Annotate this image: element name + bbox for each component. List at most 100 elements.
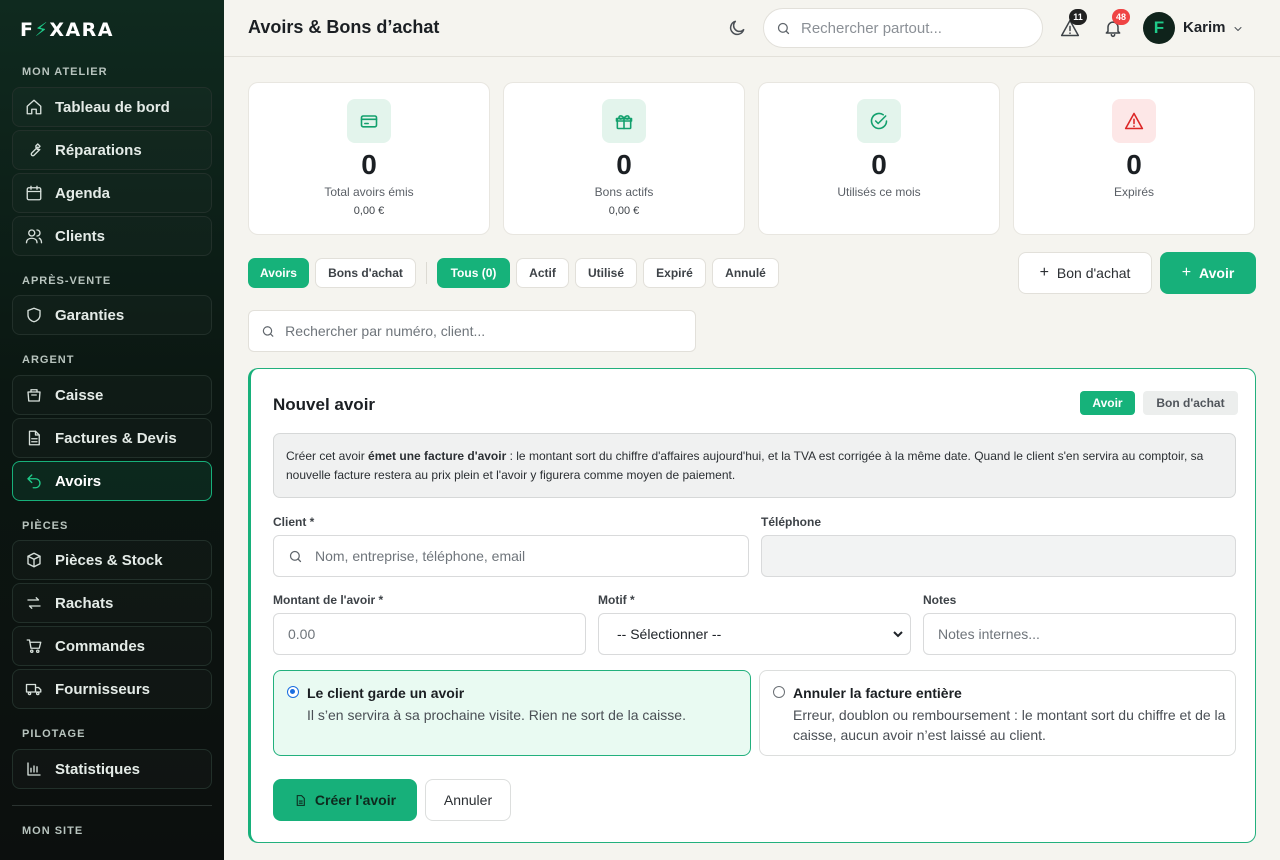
radio-keep-credit[interactable] bbox=[287, 686, 299, 698]
radio-cancel-invoice[interactable] bbox=[773, 686, 785, 698]
phone-label: Téléphone bbox=[761, 515, 822, 529]
form-type-voucher[interactable]: Bon d'achat bbox=[1143, 391, 1238, 415]
sidebar-item-credits[interactable]: Avoirs bbox=[12, 461, 212, 501]
sidebar-item-dashboard[interactable]: Tableau de bord bbox=[12, 87, 212, 127]
check-circle-icon bbox=[870, 112, 888, 130]
stat-label: Utilisés ce mois bbox=[837, 185, 921, 199]
brand-logo[interactable]: F⚡XARA bbox=[20, 19, 114, 41]
new-credit-form: Nouvel avoir Avoir Bon d'achat Créer cet… bbox=[248, 368, 1256, 843]
moon-icon bbox=[729, 20, 745, 36]
client-field[interactable] bbox=[273, 535, 749, 577]
sidebar-item-suppliers[interactable]: Fournisseurs bbox=[12, 669, 212, 709]
sidebar-item-orders[interactable]: Commandes bbox=[12, 626, 212, 666]
filter-status-expired[interactable]: Expiré bbox=[643, 258, 706, 288]
plus-icon: + bbox=[1039, 264, 1049, 281]
theme-toggle[interactable] bbox=[727, 18, 747, 38]
reason-select[interactable]: -- Sélectionner -- bbox=[613, 625, 906, 643]
sidebar-item-invoices[interactable]: Factures & Devis bbox=[12, 418, 212, 458]
sidebar-item-clients[interactable]: Clients bbox=[12, 216, 212, 256]
form-type-credit[interactable]: Avoir bbox=[1080, 391, 1135, 415]
sidebar-item-statistics[interactable]: Statistiques bbox=[12, 749, 212, 789]
filter-type-credits[interactable]: Avoirs bbox=[248, 258, 309, 288]
sidebar-item-label: Caisse bbox=[55, 386, 104, 404]
sidebar-item-label: Avoirs bbox=[55, 472, 102, 490]
sidebar-item-label: Garanties bbox=[55, 306, 125, 324]
truck-icon bbox=[25, 683, 42, 696]
notifications-button[interactable]: 48 bbox=[1103, 9, 1130, 38]
stat-value: 0 bbox=[871, 149, 887, 180]
section-title-parts: PIÈCES bbox=[22, 520, 69, 532]
section-title-steering: PILOTAGE bbox=[22, 728, 86, 740]
sidebar-item-agenda[interactable]: Agenda bbox=[12, 173, 212, 213]
amount-label: Montant de l'avoir * bbox=[273, 593, 384, 607]
filter-status-all[interactable]: Tous (0) bbox=[437, 258, 510, 288]
amount-input[interactable] bbox=[288, 626, 585, 642]
sidebar-item-label: Factures & Devis bbox=[55, 429, 177, 447]
filter-status-cancelled[interactable]: Annulé bbox=[712, 258, 779, 288]
chevron-down-icon bbox=[1234, 27, 1242, 31]
filter-status-active[interactable]: Actif bbox=[516, 258, 569, 288]
form-title: Nouvel avoir bbox=[273, 395, 376, 414]
amount-field[interactable] bbox=[273, 613, 586, 655]
option-title: Annuler la facture entière bbox=[793, 685, 962, 701]
reason-select-wrapper[interactable]: -- Sélectionner -- bbox=[598, 613, 911, 655]
alerts-button[interactable]: 11 bbox=[1060, 9, 1087, 38]
new-credit-button[interactable]: + Avoir bbox=[1160, 252, 1256, 294]
notes-input[interactable] bbox=[938, 626, 1235, 642]
cancel-button[interactable]: Annuler bbox=[425, 779, 511, 821]
credit-card-icon bbox=[360, 115, 378, 128]
option-cancel-invoice[interactable]: Annuler la facture entière Erreur, doubl… bbox=[759, 670, 1236, 756]
stat-value: 0 bbox=[361, 149, 377, 180]
section-title-money: ARGENT bbox=[22, 354, 75, 366]
filter-status-used[interactable]: Utilisé bbox=[575, 258, 637, 288]
create-credit-button[interactable]: Créer l'avoir bbox=[273, 779, 417, 821]
sidebar-item-warranties[interactable]: Garanties bbox=[12, 295, 212, 335]
exchange-icon bbox=[27, 597, 41, 609]
page-title: Avoirs & Bons d’achat bbox=[248, 17, 440, 37]
users-icon bbox=[25, 229, 43, 244]
stat-card-total-credits: 0 Total avoirs émis 0,00 € bbox=[248, 82, 490, 235]
stat-label: Bons actifs bbox=[594, 185, 654, 199]
bolt-icon: ⚡ bbox=[34, 19, 50, 41]
wrench-icon bbox=[30, 143, 41, 157]
sidebar-item-label: Statistiques bbox=[55, 760, 141, 778]
global-search[interactable] bbox=[763, 8, 1043, 48]
stat-amount: 0,00 € bbox=[353, 205, 385, 217]
notes-field[interactable] bbox=[923, 613, 1236, 655]
stat-label: Total avoirs émis bbox=[324, 185, 414, 199]
sidebar-item-buybacks[interactable]: Rachats bbox=[12, 583, 212, 623]
avatar[interactable]: F bbox=[1143, 12, 1175, 44]
sidebar-item-cash[interactable]: Caisse bbox=[12, 375, 212, 415]
option-keep-credit[interactable]: Le client garde un avoir Il s’en servira… bbox=[273, 670, 751, 756]
info-notice: Créer cet avoir émet une facture d'avoir… bbox=[273, 433, 1236, 498]
global-search-input[interactable] bbox=[801, 19, 1031, 37]
warning-icon bbox=[1124, 112, 1144, 130]
reason-label: Motif * bbox=[598, 593, 635, 607]
sidebar-item-label: Clients bbox=[55, 227, 106, 245]
sidebar-item-parts-stock[interactable]: Pièces & Stock bbox=[12, 540, 212, 580]
document-icon bbox=[296, 794, 305, 806]
sidebar-item-repairs[interactable]: Réparations bbox=[12, 130, 212, 170]
plus-icon: + bbox=[1181, 264, 1192, 281]
option-description: Il s’en servira à sa prochaine visite. R… bbox=[307, 707, 686, 723]
stat-card-active-vouchers: 0 Bons actifs 0,00 € bbox=[503, 82, 745, 235]
option-description: Erreur, doublon ou remboursement : le mo… bbox=[793, 707, 1226, 743]
sidebar-item-label: Fournisseurs bbox=[55, 680, 151, 698]
sidebar-item-label: Agenda bbox=[55, 184, 111, 202]
new-voucher-button[interactable]: + Bon d'achat bbox=[1018, 252, 1152, 294]
document-icon bbox=[28, 430, 40, 446]
search-icon bbox=[289, 550, 302, 562]
user-name[interactable]: Karim bbox=[1183, 19, 1226, 36]
credits-search-input[interactable] bbox=[285, 323, 695, 339]
search-icon bbox=[777, 22, 790, 34]
filter-separator bbox=[426, 262, 427, 284]
stat-value: 0 bbox=[1126, 149, 1142, 180]
client-input[interactable] bbox=[315, 548, 748, 564]
sidebar-item-label: Pièces & Stock bbox=[55, 551, 163, 569]
stat-value: 0 bbox=[616, 149, 632, 180]
credits-search[interactable] bbox=[248, 310, 696, 352]
stat-amount: 0,00 € bbox=[608, 205, 640, 217]
filter-type-vouchers[interactable]: Bons d'achat bbox=[315, 258, 416, 288]
user-menu-toggle[interactable] bbox=[1232, 22, 1244, 34]
shield-icon bbox=[27, 307, 41, 323]
